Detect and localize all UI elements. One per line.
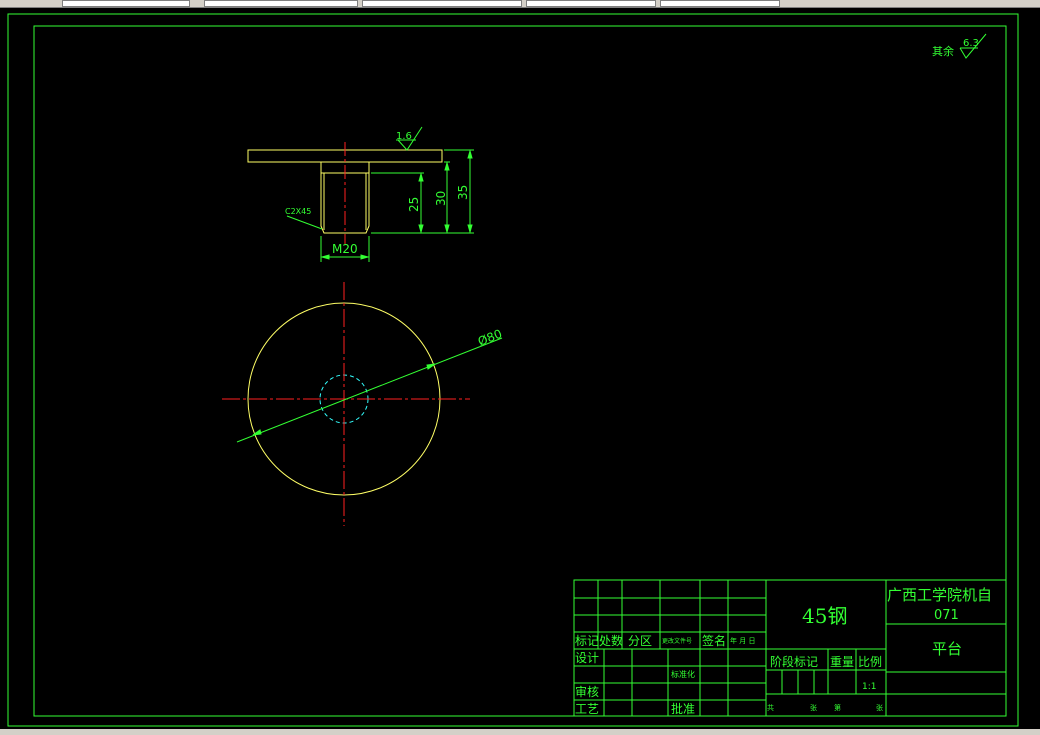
row-design: 设计 [575,651,599,665]
class-code: 071 [934,608,959,623]
dim-30-label: 30 [434,191,448,206]
sheet-unit-label-2: 张 [876,703,883,712]
sheet-total-label: 共 [767,703,774,712]
header-mark: 标记 [575,634,599,648]
general-roughness-value: 6.3 [963,38,979,49]
row-standard: 标准化 [671,669,695,679]
header-ratio: 比例 [858,655,882,669]
sheet-unit-label: 张 [810,703,817,712]
dim-m20-label: M20 [332,242,358,256]
chamfer-leader [286,215,323,230]
header-sign: 签名 [702,633,726,648]
top-view: Ø80 [222,282,504,526]
header-date: 年 月 日 [730,636,755,645]
row-approve: 批准 [671,701,695,716]
general-roughness-label: 其余 [932,44,954,58]
school-name: 广西工学院机自 [887,586,992,604]
header-count: 处数 [599,633,623,648]
header-change-doc: 更改文件号 [662,637,692,645]
sheet-nth-label: 第 [834,703,841,712]
cad-drawing-canvas[interactable]: 其余 6.3 1.6 25 30 35 M20 C2X45 Ø80 标记 处数 … [0,0,1040,735]
outer-border [7,13,1019,727]
part-name: 平台 [932,640,962,658]
drawing-frame [7,13,1019,727]
dim-diameter [236,337,503,443]
header-weight: 重量 [830,655,854,669]
header-zone: 分区 [628,634,652,648]
header-stage-mark: 阶段标记 [770,654,818,669]
row-review: 审核 [575,684,599,699]
dim-25-label: 25 [407,197,421,212]
scale-value: 1:1 [862,682,876,692]
general-roughness: 其余 6.3 [932,33,987,59]
dim-diameter-label: Ø80 [476,327,504,349]
chamfer-label: C2X45 [285,207,311,216]
dim-35-label: 35 [456,185,470,200]
title-block-text: 标记 处数 分区 更改文件号 签名 年 月 日 设计 标准化 审核 工艺 批准 … [575,586,992,716]
material-label: 45钢 [802,604,847,628]
inner-border [33,25,1007,717]
front-view: 1.6 25 30 35 M20 C2X45 [247,126,474,262]
row-process: 工艺 [575,702,599,716]
